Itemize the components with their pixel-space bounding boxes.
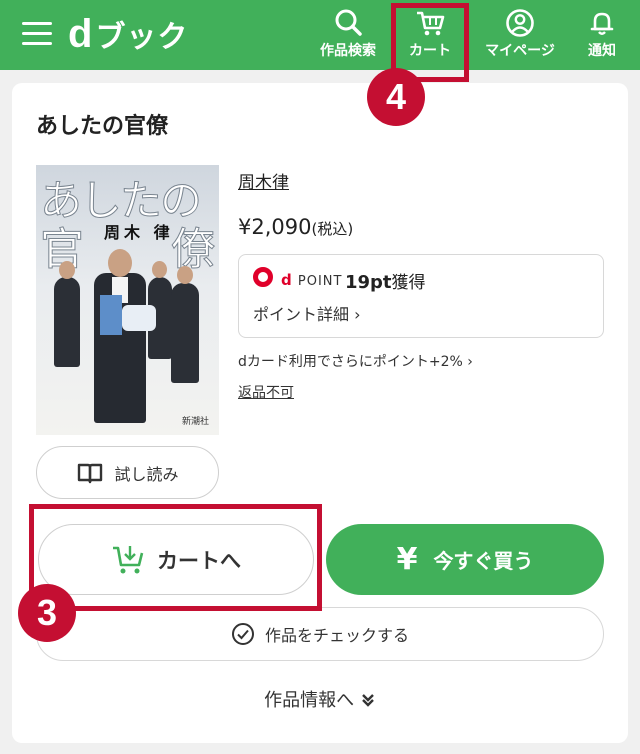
price: ¥2,090(税込)	[238, 215, 353, 239]
menu-icon[interactable]	[22, 22, 52, 46]
user-icon	[506, 9, 534, 37]
author-link[interactable]: 周木律	[238, 168, 289, 193]
cover-figure-head	[177, 266, 193, 284]
dcard-promo-link[interactable]: dカード利用でさらにポイント+2% ›	[238, 351, 473, 371]
step-badge-4: 4	[367, 68, 425, 126]
nav-search-label: 作品検索	[320, 43, 376, 59]
cart-button-highlight	[29, 504, 322, 611]
bell-icon	[590, 12, 614, 35]
cover-figure-head	[152, 261, 167, 278]
dpoint-logo-icon	[253, 267, 273, 287]
buy-now-button[interactable]: ¥ 今すぐ買う	[326, 524, 604, 595]
search-icon	[335, 9, 362, 36]
nav-mypage-label: マイページ	[485, 43, 555, 59]
point-box: d POINT 19pt獲得 ポイント詳細 ›	[238, 254, 604, 338]
points-suffix: 獲得	[391, 273, 426, 293]
nav-notification[interactable]: 通知	[562, 8, 640, 60]
tax-note: (税込)	[311, 220, 354, 238]
nav-notification-label: 通知	[588, 43, 616, 59]
book-cover[interactable]: あしたの 官 僚 周木 律 新潮社	[36, 165, 219, 435]
page-title: あしたの官僚	[36, 114, 169, 139]
double-chevron-down-icon	[362, 694, 374, 707]
price-value: ¥2,090	[238, 215, 312, 239]
app-logo[interactable]: dブック	[68, 14, 188, 58]
cover-documents	[100, 295, 122, 335]
book-icon	[78, 463, 103, 483]
trial-read-label: 試し読み	[114, 464, 179, 484]
check-work-button[interactable]: 作品をチェックする	[36, 607, 604, 661]
yen-icon: ¥	[396, 542, 418, 577]
cover-publisher: 新潮社	[181, 417, 209, 427]
cover-figure-head	[59, 261, 75, 279]
step-badge-3: 3	[18, 584, 76, 642]
trial-read-button[interactable]: 試し読み	[36, 446, 219, 499]
cover-figure-main-head	[108, 249, 132, 277]
nav-search[interactable]: 作品検索	[308, 8, 388, 60]
dpoint-label: d POINT	[281, 271, 343, 289]
dpoint-label-text: POINT	[297, 274, 343, 289]
app-header: dブック 作品検索 カート マイページ 通知	[0, 0, 640, 70]
points-value: 19pt	[345, 272, 392, 293]
nav-mypage[interactable]: マイページ	[480, 8, 560, 60]
cover-author: 周木 律	[104, 223, 174, 242]
buy-now-label: 今すぐ買う	[433, 549, 534, 573]
point-detail-link[interactable]: ポイント詳細 ›	[253, 301, 361, 325]
cover-title-char-b: 僚	[171, 224, 216, 276]
logo-text: ブック	[95, 20, 189, 55]
return-policy-link[interactable]: 返品不可	[238, 382, 294, 402]
check-circle-icon	[231, 623, 254, 645]
cover-figure	[54, 277, 80, 367]
work-info-label: 作品情報へ	[264, 690, 355, 711]
points-earned: 19pt獲得	[345, 268, 426, 293]
cover-documents	[122, 305, 156, 331]
work-info-link[interactable]: 作品情報へ	[0, 686, 640, 712]
check-work-label: 作品をチェックする	[264, 626, 409, 645]
cover-figure	[171, 283, 199, 383]
